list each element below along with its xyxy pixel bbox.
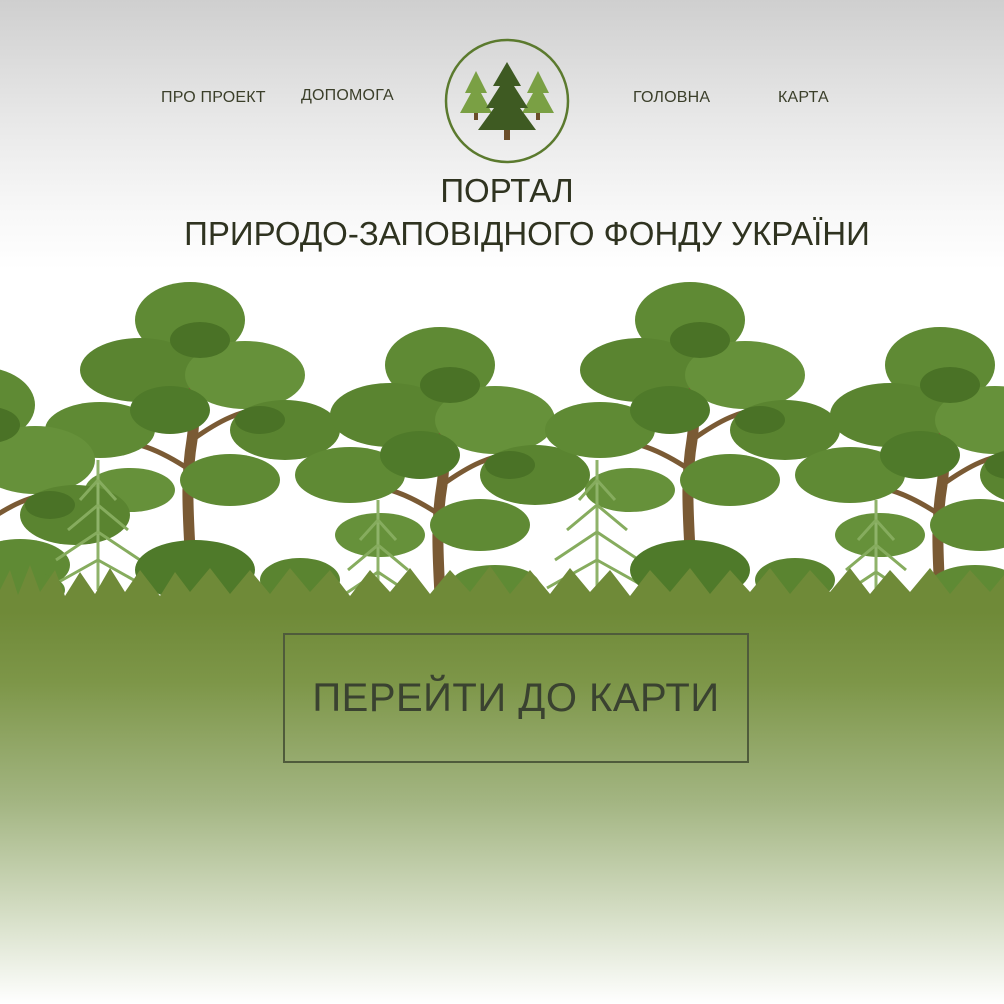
go-to-map-button[interactable]: ПЕРЕЙТИ ДО КАРТИ [283,633,749,763]
nav-map-link[interactable]: КАРТА [778,89,829,107]
portal-title: ПОРТАЛ [440,172,574,209]
forest-illustration [0,270,1004,620]
nav-help-link[interactable]: ДОПОМОГА [301,87,394,105]
portal-subtitle: ПРИРОДО-ЗАПОВІДНОГО ФОНДУ УКРАЇНИ [184,215,870,252]
page: ПРО ПРОЕКТ ДОПОМОГА ГОЛОВНА КАРТА ПОРТАЛ… [0,0,1004,1004]
nav-about-link[interactable]: ПРО ПРОЕКТ [161,89,266,107]
fir-trees-logo-icon[interactable] [444,38,570,164]
nav-home-link[interactable]: ГОЛОВНА [633,89,710,107]
